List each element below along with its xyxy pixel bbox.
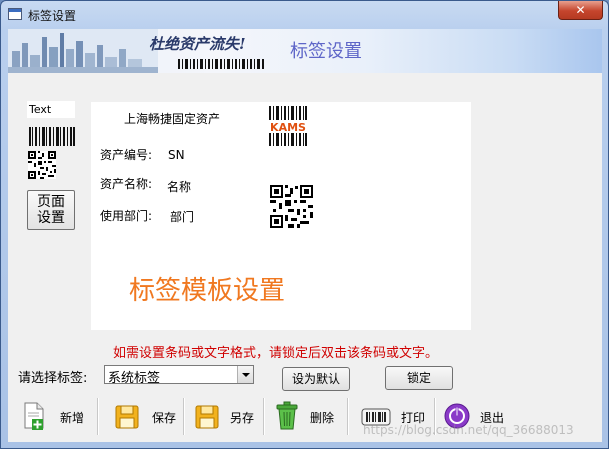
tag-select-label: 请选择标签: — [18, 371, 88, 386]
save-as-folder-icon — [195, 405, 219, 429]
format-hint-text: 如需设置条码或文字格式，请锁定后双击该条码或文字。 — [113, 346, 439, 361]
company-name-text[interactable]: 上海畅捷固定资产 — [124, 110, 220, 127]
set-default-button[interactable]: 设为默认 — [282, 367, 350, 391]
city-skyline-image — [8, 29, 158, 73]
asset-name-value[interactable]: 名称 — [167, 178, 191, 195]
lock-button[interactable]: 锁定 — [385, 366, 453, 390]
tag-select-value: 系统标签 — [108, 371, 161, 386]
close-button[interactable]: ✕ — [558, 1, 603, 20]
trash-icon — [276, 401, 298, 430]
chevron-down-icon[interactable] — [237, 366, 253, 383]
window-title: 标签设置 — [28, 9, 77, 23]
delete-button[interactable]: 删除 — [274, 401, 340, 431]
asset-number-value[interactable]: SN — [168, 148, 185, 162]
add-document-icon — [24, 402, 44, 430]
page-setup-button[interactable]: 页面 设置 — [27, 190, 75, 230]
slogan-text: 杜绝资产流失! — [149, 35, 246, 53]
asset-name-label[interactable]: 资产名称: — [100, 175, 152, 192]
label-settings-window: 标签设置 ✕ 杜绝资产流失! 标签设置 Text 页面 设置 上海畅捷固定资产 … — [0, 0, 609, 449]
barcode-element-icon[interactable] — [29, 127, 75, 146]
client-area: 杜绝资产流失! 标签设置 Text 页面 设置 上海畅捷固定资产 KAMS 资产… — [8, 29, 602, 442]
delete-label: 删除 — [310, 411, 335, 425]
watermark-text: https://blog.csdn.net/qq_36688013 — [363, 423, 574, 437]
add-button[interactable]: 新增 — [22, 401, 92, 431]
tag-select-dropdown[interactable]: 系统标签 — [104, 365, 254, 386]
kams-logo-text: KAMS — [270, 121, 306, 134]
toolbar-separator — [97, 398, 99, 435]
banner-barcode-graphic — [178, 59, 264, 69]
page-setup-label-line2: 设置 — [37, 210, 65, 226]
department-value[interactable]: 部门 — [170, 208, 194, 225]
page-setup-label-line1: 页面 — [37, 194, 65, 210]
asset-number-label[interactable]: 资产编号: — [100, 146, 152, 163]
text-element-sample[interactable]: Text — [27, 101, 75, 118]
app-window-icon — [8, 8, 22, 20]
template-title-text[interactable]: 标签模板设置 — [129, 270, 285, 307]
asset-qrcode[interactable] — [270, 185, 313, 228]
save-as-button[interactable]: 另存 — [194, 401, 260, 431]
label-design-canvas[interactable]: 上海畅捷固定资产 KAMS 资产编号: SN 资产名称: 名称 使用部门: 部门 — [91, 102, 471, 330]
save-button[interactable]: 保存 — [114, 401, 180, 431]
add-label: 新增 — [60, 411, 85, 425]
header-banner: 杜绝资产流失! 标签设置 — [8, 29, 602, 73]
toolbar-separator — [183, 398, 185, 435]
save-folder-icon — [115, 405, 139, 429]
save-label: 保存 — [152, 411, 177, 425]
toolbar-separator — [263, 398, 265, 435]
title-bar[interactable]: 标签设置 ✕ — [1, 1, 608, 29]
save-as-label: 另存 — [230, 411, 255, 425]
banner-title: 标签设置 — [290, 41, 362, 62]
department-label[interactable]: 使用部门: — [100, 207, 152, 224]
toolbar-separator — [347, 398, 349, 435]
kams-logo-barcode[interactable]: KAMS — [268, 106, 308, 146]
qrcode-element-icon[interactable] — [28, 151, 56, 179]
